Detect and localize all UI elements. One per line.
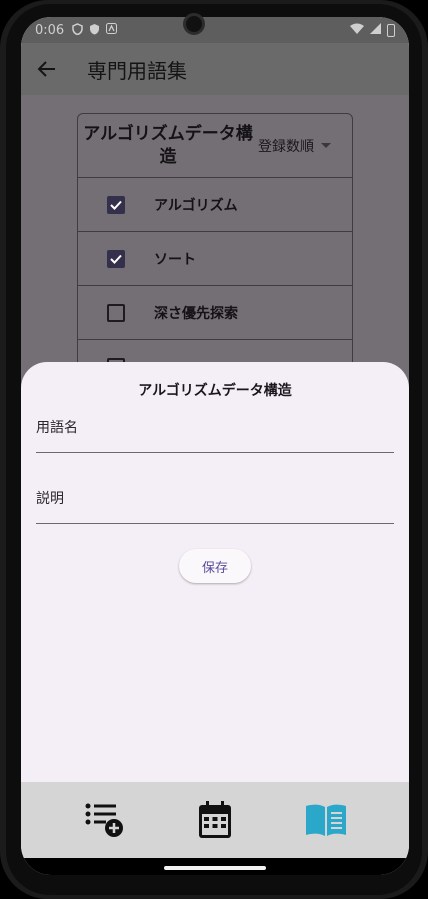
back-arrow-icon[interactable] <box>37 59 57 79</box>
check-icon <box>110 200 122 210</box>
save-button[interactable]: 保存 <box>179 549 251 583</box>
check-icon <box>110 254 122 264</box>
term-name-input[interactable] <box>36 437 394 455</box>
phone-frame: 0:06 専門用語集 アルゴリズムデータ構造 登録数順 アルゴリズム ソート 深… <box>0 0 428 899</box>
status-right <box>350 22 395 38</box>
table-row[interactable]: ソート <box>78 232 352 286</box>
nav-calendar[interactable] <box>190 795 240 845</box>
screen: 0:06 専門用語集 アルゴリズムデータ構造 登録数順 アルゴリズム ソート 深… <box>21 17 409 875</box>
sort-label: 登録数順 <box>258 138 314 155</box>
table-row[interactable]: 深さ優先探索 <box>78 286 352 340</box>
battery-icon <box>387 23 395 37</box>
nav-list-add[interactable] <box>79 795 129 845</box>
sort-dropdown[interactable]: 登録数順 <box>258 136 331 156</box>
term-name-label: 用語名 <box>36 420 78 436</box>
page-title: 専門用語集 <box>87 58 187 83</box>
row-checkbox[interactable] <box>107 249 125 268</box>
status-time: 0:06 <box>35 22 65 38</box>
list-add-icon <box>85 803 124 837</box>
nav-glossary[interactable] <box>301 795 351 845</box>
security-shield-icon <box>89 23 100 38</box>
front-camera <box>183 13 205 35</box>
dropdown-caret-icon <box>321 143 331 148</box>
app-bar: 専門用語集 <box>21 43 409 95</box>
gesture-handle[interactable] <box>164 866 266 870</box>
terms-table: アルゴリズムデータ構造 登録数順 アルゴリズム ソート 深さ優先探索 <box>77 113 353 393</box>
status-bar: 0:06 <box>21 17 409 43</box>
row-checkbox[interactable] <box>107 195 125 214</box>
description-field[interactable]: 説明 <box>36 488 394 526</box>
row-checkbox[interactable] <box>107 303 125 322</box>
sheet-title: アルゴリズムデータ構造 <box>138 383 292 399</box>
wifi-icon <box>350 23 364 38</box>
bottom-navigation <box>21 782 409 858</box>
calendar-icon <box>198 801 231 838</box>
app-notification-icon <box>106 23 118 37</box>
signal-icon <box>370 22 381 38</box>
table-row[interactable]: アルゴリズム <box>78 178 352 232</box>
description-label: 説明 <box>36 491 64 507</box>
row-term: アルゴリズム <box>154 197 238 214</box>
bottom-sheet: アルゴリズムデータ構造 用語名 説明 保存 <box>21 362 409 782</box>
vpn-shield-icon <box>72 22 83 38</box>
row-term: ソート <box>154 251 196 268</box>
description-input[interactable] <box>36 508 394 526</box>
table-header: アルゴリズムデータ構造 登録数順 <box>78 114 352 178</box>
book-icon <box>305 804 346 836</box>
row-term: 深さ優先探索 <box>154 305 238 322</box>
term-name-field[interactable]: 用語名 <box>36 417 394 455</box>
table-header-title: アルゴリズムデータ構造 <box>83 123 253 167</box>
